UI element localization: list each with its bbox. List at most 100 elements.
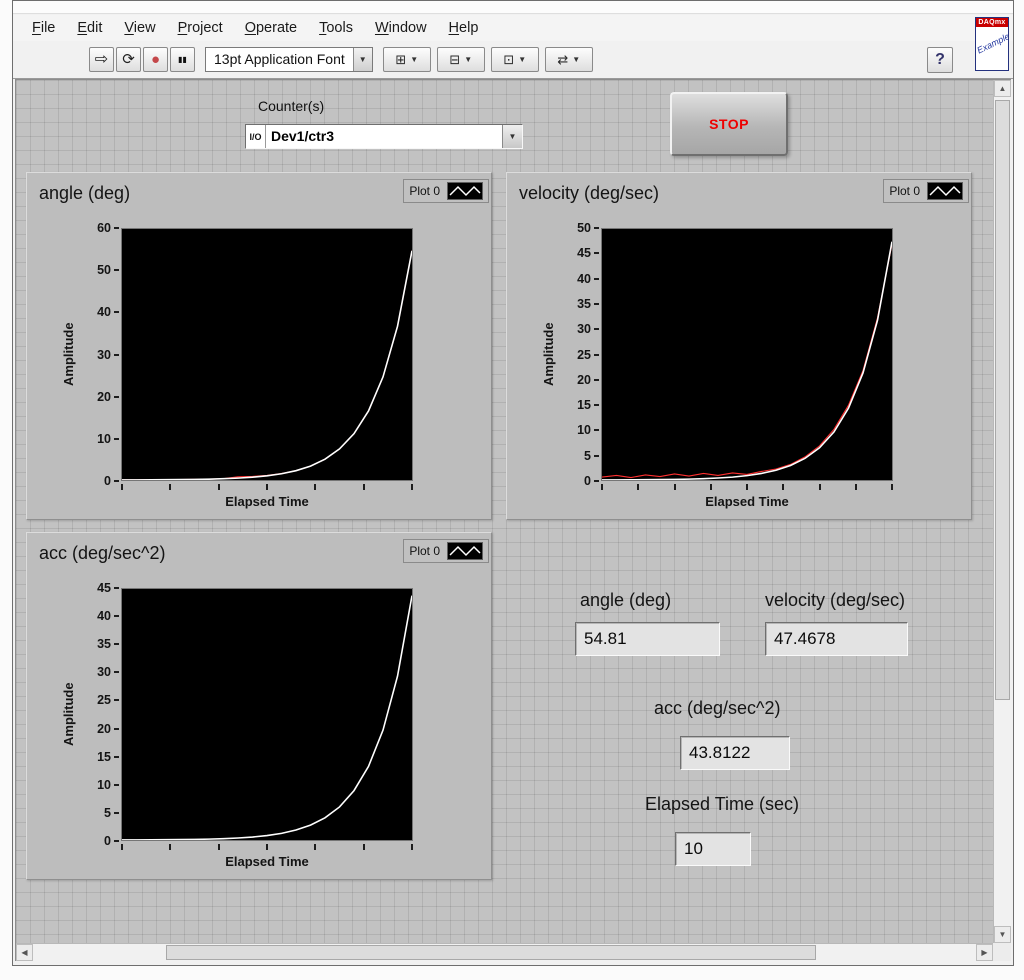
indicator-value-text: 43.8122 [689, 743, 750, 762]
indicator-value-velocity: 47.4678 [765, 622, 908, 656]
stop-button[interactable]: STOP [670, 92, 788, 156]
x-tick [674, 484, 676, 490]
counter-combo[interactable]: I/O Dev1/ctr3 ▼ [245, 124, 523, 149]
menu-item-help[interactable]: Help [438, 17, 490, 39]
x-tick [218, 484, 220, 490]
plot-legend[interactable]: Plot 0 [883, 179, 969, 203]
y-tick: 25 [77, 692, 119, 708]
scroll-up-button[interactable]: ▲ [994, 80, 1011, 97]
run-button[interactable]: ⇨ [89, 47, 114, 72]
x-axis-label: Elapsed Time [601, 494, 893, 509]
menu-item-tools[interactable]: Tools [308, 17, 364, 39]
y-axis-label: Amplitude [61, 228, 77, 481]
font-selector-value: 13pt Application Font [206, 48, 353, 71]
chart-acc: acc (deg/sec^2) Plot 0 Amplitude 4540353… [26, 532, 492, 880]
chevron-down-icon: ▼ [464, 55, 472, 64]
menu-item-project[interactable]: Project [167, 17, 234, 39]
font-selector[interactable]: 13pt Application Font ▼ [205, 47, 373, 72]
y-axis-ticks: 6050403020100 [77, 228, 119, 481]
abort-button[interactable]: ● [143, 47, 168, 72]
plot-legend[interactable]: Plot 0 [403, 539, 489, 563]
distribute-objects-dropdown[interactable]: ⊟ ▼ [437, 47, 485, 72]
help-button[interactable]: ? [927, 47, 953, 73]
pause-icon: ▮▮ [178, 56, 187, 64]
counter-dropdown-button[interactable]: ▼ [502, 125, 522, 148]
x-tick [411, 484, 413, 490]
menu-item-view[interactable]: View [113, 17, 166, 39]
chevron-down-icon: ▼ [410, 55, 418, 64]
vertical-scrollbar-thumb[interactable] [995, 100, 1010, 700]
plot-area [121, 228, 413, 481]
y-axis-label: Amplitude [61, 588, 77, 841]
front-panel: Counter(s) I/O Dev1/ctr3 ▼ STOP angle (d… [15, 79, 1011, 961]
reorder-dropdown[interactable]: ⇄ ▼ [545, 47, 593, 72]
scroll-right-button[interactable]: ▶ [976, 944, 993, 961]
resize-objects-dropdown[interactable]: ⊡ ▼ [491, 47, 539, 72]
horizontal-scrollbar-thumb[interactable] [166, 945, 816, 960]
menu-item-file[interactable]: File [21, 17, 66, 39]
indicator-label-velocity: velocity (deg/sec) [765, 590, 905, 611]
y-tick: 5 [77, 805, 119, 821]
y-tick: 35 [77, 636, 119, 652]
x-tick [218, 844, 220, 850]
x-axis-ticks [601, 484, 893, 491]
run-continuous-icon: ⟳ [122, 52, 135, 67]
waveform-icon [447, 182, 483, 200]
indicator-label-elapsed-time: Elapsed Time (sec) [645, 794, 799, 815]
y-tick: 0 [77, 473, 119, 489]
scroll-up-icon: ▲ [999, 84, 1007, 93]
y-tick: 5 [557, 448, 599, 464]
y-tick: 10 [77, 431, 119, 447]
y-tick: 40 [557, 271, 599, 287]
x-tick [746, 484, 748, 490]
x-tick [891, 484, 893, 490]
scroll-left-icon: ◀ [21, 948, 27, 957]
counter-value: Dev1/ctr3 [266, 125, 502, 148]
scroll-down-button[interactable]: ▼ [994, 926, 1011, 943]
plot-legend[interactable]: Plot 0 [403, 179, 489, 203]
x-axis-ticks [121, 484, 413, 491]
vertical-scrollbar[interactable]: ▲ ▼ [993, 80, 1011, 943]
indicator-value-acc: 43.8122 [680, 736, 790, 770]
y-tick: 45 [77, 580, 119, 596]
y-tick: 30 [557, 321, 599, 337]
waveform-icon [447, 542, 483, 560]
menu-item-operate[interactable]: Operate [234, 17, 308, 39]
y-axis-ticks: 454035302520151050 [77, 588, 119, 841]
legend-label: Plot 0 [409, 184, 440, 198]
chevron-down-icon: ▼ [518, 55, 526, 64]
menu-bar: FileEditViewProjectOperateToolsWindowHel… [13, 15, 1013, 41]
logo-example-text: Example [975, 32, 1008, 55]
chart-title: velocity (deg/sec) [519, 183, 659, 204]
y-tick: 30 [77, 664, 119, 680]
x-tick [266, 844, 268, 850]
x-tick [710, 484, 712, 490]
scroll-right-icon: ▶ [981, 948, 987, 957]
chevron-down-icon: ▼ [359, 55, 367, 64]
toolbar: ⇨ ⟳ ● ▮▮ 13pt Application Font ▼ ⊞ ▼ ⊟ ▼… [13, 41, 1013, 79]
abort-icon: ● [151, 52, 160, 67]
x-tick [169, 484, 171, 490]
font-selector-dropdown-button[interactable]: ▼ [353, 48, 372, 71]
chevron-down-icon: ▼ [572, 55, 580, 64]
y-axis-ticks: 50454035302520151050 [557, 228, 599, 481]
menu-item-edit[interactable]: Edit [66, 17, 113, 39]
y-tick: 50 [557, 220, 599, 236]
run-continuous-button[interactable]: ⟳ [116, 47, 141, 72]
pause-button[interactable]: ▮▮ [170, 47, 195, 72]
y-axis-label: Amplitude [541, 228, 557, 481]
scroll-left-button[interactable]: ◀ [16, 944, 33, 961]
y-tick: 30 [77, 347, 119, 363]
horizontal-scrollbar[interactable]: ◀ ▶ [16, 943, 993, 961]
x-tick [819, 484, 821, 490]
menu-item-window[interactable]: Window [364, 17, 438, 39]
y-tick: 40 [77, 304, 119, 320]
run-icon: ⇨ [95, 52, 108, 68]
window-titlebar [13, 1, 1013, 14]
y-tick: 0 [77, 833, 119, 849]
chart-title: angle (deg) [39, 183, 130, 204]
y-tick: 25 [557, 347, 599, 363]
x-tick [782, 484, 784, 490]
align-objects-dropdown[interactable]: ⊞ ▼ [383, 47, 431, 72]
y-tick: 20 [77, 389, 119, 405]
